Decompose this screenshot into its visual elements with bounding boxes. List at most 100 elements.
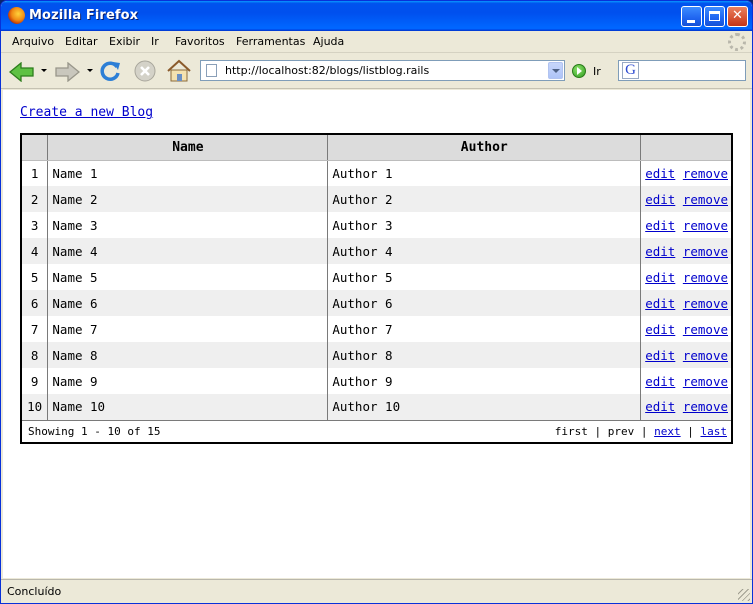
row-name: Name 2 bbox=[47, 186, 329, 212]
menu-ajuda[interactable]: Ajuda bbox=[313, 35, 344, 48]
table-row: 3 Name 3 Author 3 edit remove bbox=[21, 212, 732, 238]
table-body: 1 Name 1 Author 1 edit remove 2 Name 2 Author … bbox=[21, 160, 732, 420]
row-actions: edit remove bbox=[641, 316, 732, 342]
go-icon[interactable] bbox=[572, 64, 586, 78]
close-button[interactable]: ✕ bbox=[727, 6, 748, 27]
edit-link[interactable]: edit bbox=[645, 374, 675, 389]
column-header-number bbox=[21, 134, 49, 161]
forward-arrow-icon[interactable] bbox=[54, 62, 80, 82]
row-number: 10 bbox=[21, 394, 49, 420]
remove-link[interactable]: remove bbox=[683, 322, 728, 337]
row-name: Name 1 bbox=[47, 160, 329, 186]
resize-grip-icon[interactable] bbox=[738, 589, 750, 601]
edit-link[interactable]: edit bbox=[645, 348, 675, 363]
pager-last-link[interactable]: last bbox=[701, 425, 728, 438]
remove-link[interactable]: remove bbox=[683, 374, 728, 389]
row-number: 5 bbox=[21, 264, 49, 290]
menu-ir[interactable]: Ir bbox=[151, 35, 159, 48]
table-row: 1 Name 1 Author 1 edit remove bbox=[21, 160, 732, 186]
home-icon[interactable] bbox=[166, 59, 192, 83]
edit-link[interactable]: edit bbox=[645, 218, 675, 233]
search-box[interactable]: G bbox=[618, 60, 746, 81]
remove-link[interactable]: remove bbox=[683, 192, 728, 207]
back-arrow-icon[interactable] bbox=[9, 62, 35, 82]
firefox-logo-icon bbox=[8, 7, 25, 24]
edit-link[interactable]: edit bbox=[645, 322, 675, 337]
row-author: Author 5 bbox=[327, 264, 642, 290]
table-row: 2 Name 2 Author 2 edit remove bbox=[21, 186, 732, 212]
table-row: 8 Name 8 Author 8 edit remove bbox=[21, 342, 732, 368]
pager-row: Showing 1 - 10 of 15 first | prev | next… bbox=[21, 419, 732, 443]
row-number: 9 bbox=[21, 368, 49, 394]
row-actions: edit remove bbox=[640, 238, 732, 264]
remove-link[interactable]: remove bbox=[683, 270, 728, 285]
remove-link[interactable]: remove bbox=[683, 244, 728, 259]
remove-link[interactable]: remove bbox=[683, 399, 728, 414]
row-number: 3 bbox=[21, 212, 49, 238]
row-number: 7 bbox=[21, 316, 49, 342]
row-actions: edit remove bbox=[640, 290, 732, 316]
menu-ferramentas[interactable]: Ferramentas bbox=[236, 35, 305, 48]
edit-link[interactable]: edit bbox=[645, 192, 675, 207]
page-content: Create a new Blog Name Author 1 Name 1 Aut… bbox=[3, 90, 750, 578]
address-bar[interactable]: http://localhost:82/blogs/listblog.rails bbox=[200, 60, 565, 81]
url-text[interactable]: http://localhost:82/blogs/listblog.rails bbox=[225, 64, 429, 77]
pager-links: first | prev | next | last bbox=[555, 425, 727, 438]
table-row: 10 Name 10 Author 10 edit remove bbox=[21, 394, 732, 420]
minimize-icon bbox=[687, 20, 695, 23]
row-name: Name 6 bbox=[47, 290, 329, 316]
row-name: Name 5 bbox=[47, 264, 329, 290]
remove-link[interactable]: remove bbox=[683, 348, 728, 363]
row-actions: edit remove bbox=[640, 342, 732, 368]
edit-link[interactable]: edit bbox=[645, 244, 675, 259]
table-row: 5 Name 5 Author 5 edit remove bbox=[21, 264, 732, 290]
edit-link[interactable]: edit bbox=[645, 270, 675, 285]
row-number: 6 bbox=[21, 290, 49, 316]
go-button-label[interactable]: Ir bbox=[593, 65, 601, 78]
page-icon bbox=[206, 64, 217, 77]
remove-link[interactable]: remove bbox=[683, 218, 728, 233]
edit-link[interactable]: edit bbox=[645, 166, 675, 181]
row-number: 2 bbox=[21, 186, 49, 212]
column-header-name: Name bbox=[47, 134, 329, 161]
title-bar[interactable]: Mozilla Firefox ✕ bbox=[1, 1, 752, 31]
throbber-icon bbox=[728, 33, 746, 51]
table-row: 4 Name 4 Author 4 edit remove bbox=[21, 238, 732, 264]
google-search-engine-icon[interactable]: G bbox=[622, 62, 639, 79]
forward-history-dropdown-icon[interactable] bbox=[87, 69, 93, 72]
row-number: 8 bbox=[21, 342, 49, 368]
row-name: Name 8 bbox=[47, 342, 329, 368]
edit-link[interactable]: edit bbox=[645, 399, 675, 414]
url-dropdown-button[interactable] bbox=[548, 62, 563, 79]
stop-icon[interactable] bbox=[134, 60, 156, 82]
row-author: Author 1 bbox=[327, 160, 642, 186]
row-name: Name 3 bbox=[47, 212, 329, 238]
back-history-dropdown-icon[interactable] bbox=[41, 69, 47, 72]
row-actions: edit remove bbox=[641, 264, 732, 290]
row-actions: edit remove bbox=[640, 394, 732, 420]
table-header-row: Name Author bbox=[21, 134, 732, 161]
row-author: Author 6 bbox=[327, 290, 642, 316]
create-blog-link[interactable]: Create a new Blog bbox=[20, 105, 153, 120]
row-number: 4 bbox=[21, 238, 49, 264]
remove-link[interactable]: remove bbox=[683, 296, 728, 311]
pager-next-link[interactable]: next bbox=[654, 425, 681, 438]
table-row: 9 Name 9 Author 9 edit remove bbox=[21, 368, 732, 394]
row-author: Author 7 bbox=[327, 316, 642, 342]
maximize-button[interactable] bbox=[704, 6, 725, 27]
minimize-button[interactable] bbox=[681, 6, 702, 27]
menu-editar[interactable]: Editar bbox=[65, 35, 98, 48]
edit-link[interactable]: edit bbox=[645, 296, 675, 311]
pager-separator: | bbox=[687, 424, 694, 438]
menu-favoritos[interactable]: Favoritos bbox=[175, 35, 225, 48]
reload-icon[interactable] bbox=[98, 59, 122, 83]
remove-link[interactable]: remove bbox=[683, 166, 728, 181]
menu-arquivo[interactable]: Arquivo bbox=[12, 35, 54, 48]
close-icon: ✕ bbox=[732, 8, 743, 23]
row-name: Name 4 bbox=[47, 238, 329, 264]
pager-separator: | bbox=[640, 424, 648, 438]
menu-bar: Arquivo Editar Exibir Ir Favoritos Ferra… bbox=[1, 31, 752, 53]
menu-exibir[interactable]: Exibir bbox=[109, 35, 140, 48]
pager-prev: prev bbox=[607, 424, 635, 438]
row-author: Author 2 bbox=[327, 186, 642, 212]
